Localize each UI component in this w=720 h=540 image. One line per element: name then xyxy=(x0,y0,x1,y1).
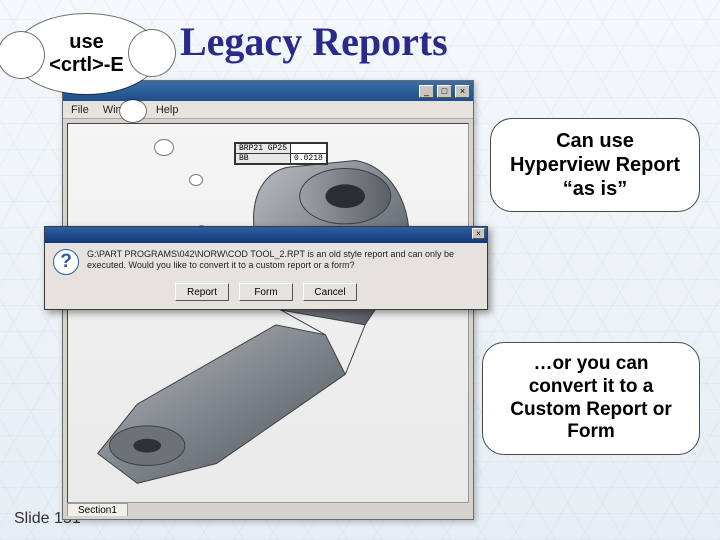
cloud-line2: <crtl>-E xyxy=(49,54,123,77)
readout-value: 0.0218 xyxy=(291,154,327,164)
tip-cloud: use <crtl>-E xyxy=(14,14,159,94)
viewport-3d: BRP21 GP25 BB 0.0218 xyxy=(67,123,469,503)
form-button[interactable]: Form xyxy=(239,283,293,301)
dialog-close-button[interactable]: × xyxy=(472,228,485,239)
minimize-button[interactable]: _ xyxy=(419,85,434,98)
readout-value xyxy=(291,144,327,154)
cancel-button[interactable]: Cancel xyxy=(303,283,357,301)
slide-title: Legacy Reports xyxy=(180,18,448,65)
convert-dialog: × ? G:\PART PROGRAMS\042\NORW\COD TOOL_2… xyxy=(44,226,488,310)
readout-label: BRP21 GP25 xyxy=(236,144,291,154)
menu-help[interactable]: Help xyxy=(156,104,179,116)
dialog-buttons: Report Form Cancel xyxy=(45,279,487,309)
cloud-tail xyxy=(155,140,173,155)
cloud-tail xyxy=(190,175,202,185)
table-row: BRP21 GP25 xyxy=(236,144,327,154)
menu-file[interactable]: File xyxy=(71,104,89,116)
cloud-tail xyxy=(120,100,146,122)
section-tab[interactable]: Section1 xyxy=(67,503,128,516)
callout-as-is: Can use Hyperview Report “as is” xyxy=(490,118,700,212)
cloud-line1: use xyxy=(49,31,123,54)
part-3d-icon xyxy=(68,124,468,502)
maximize-button[interactable]: □ xyxy=(437,85,452,98)
readout-table: BRP21 GP25 BB 0.0218 xyxy=(234,142,328,165)
table-row: BB 0.0218 xyxy=(236,154,327,164)
dialog-message: G:\PART PROGRAMS\042\NORW\COD TOOL_2.RPT… xyxy=(87,249,479,272)
callout-convert: …or you can convert it to a Custom Repor… xyxy=(482,342,700,455)
close-button[interactable]: × xyxy=(455,85,470,98)
readout-label: BB xyxy=(236,154,291,164)
dialog-titlebar: × xyxy=(45,227,487,243)
report-button[interactable]: Report xyxy=(175,283,229,301)
question-icon: ? xyxy=(53,249,79,275)
